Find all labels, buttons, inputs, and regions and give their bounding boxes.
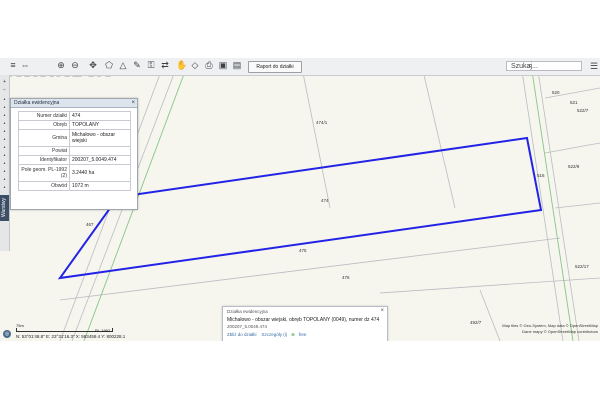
scale-label: 75m: [16, 323, 24, 328]
table-row: Obręb TOPOLANY: [18, 120, 131, 130]
parcel-label: 522/9: [568, 164, 580, 169]
sheet-icon[interactable]: ▤: [232, 60, 242, 71]
attribution-line: Dane mapy © OpenStreetMap contributors: [522, 329, 598, 334]
attr-key: Gmina: [18, 129, 70, 147]
attr-value: 3.2440 ha: [69, 164, 131, 182]
table-row: Pole geom. PL-1992 (2) 3.2440 ha: [18, 164, 131, 182]
parcel-label: 474/1: [316, 120, 328, 125]
polygon-icon[interactable]: ⬠: [104, 60, 114, 71]
left-sidebar: + − • • • • • • • • • • • • Warstwy: [0, 75, 10, 251]
dot-icon[interactable]: •: [1, 185, 8, 191]
lock-icon[interactable]: ⚿: [146, 60, 156, 71]
attr-value: TOPOLANY: [69, 120, 131, 130]
layers-tab[interactable]: Warstwy: [0, 195, 9, 221]
parcel-label: 476: [342, 275, 350, 280]
zoom-extent-icon[interactable]: ◇: [190, 60, 200, 71]
measure-icon[interactable]: ⇔: [20, 60, 30, 71]
map-application: 474 474/1 476 475 467 516 520 521 522/7 …: [0, 58, 600, 341]
attr-key: Obwód: [18, 181, 70, 191]
dot-icon[interactable]: •: [1, 97, 8, 103]
coordinates-readout: N: 53°01'48.8" E: 23°31'16.3" X: 583459.…: [16, 334, 126, 339]
dot-icon[interactable]: •: [1, 177, 8, 183]
dot-icon[interactable]: •: [1, 161, 8, 167]
table-row: Numer działki 474: [18, 111, 131, 121]
attr-key: Identyfikator: [18, 155, 70, 165]
map-toolbar: ≡ ⇔ ⊕ ⊖ ✥ ⬠ △ ✎ ⚿ ⇄ ✋ ◇ ⎙ ▣ ▤ Raport do …: [0, 58, 600, 76]
attr-key: Numer działki: [18, 111, 70, 121]
attr-value: [69, 146, 131, 156]
dot-icon[interactable]: •: [1, 129, 8, 135]
panel-header: Działka ewidencyjna ×: [11, 99, 137, 108]
pan-icon[interactable]: ✥: [88, 60, 98, 71]
search-icon[interactable]: ⌕: [528, 60, 538, 70]
table-row: Obwód 1072 m: [18, 181, 131, 191]
menu-icon[interactable]: ☰: [590, 61, 598, 71]
parcel-attributes-panel: Działka ewidencyjna × Numer działki 474 O…: [10, 98, 138, 210]
table-row: Gmina Michałowo - obszar wiejski: [18, 129, 131, 147]
close-icon[interactable]: ×: [380, 308, 384, 314]
popup-links: Zbliż do działki Szczegóły (i) ⊕ free: [227, 332, 306, 338]
layers-icon[interactable]: ≡: [8, 60, 18, 71]
parcel-label: 522/7: [577, 108, 589, 113]
table-row: Powiat: [18, 146, 131, 156]
navigation-icon[interactable]: ◎: [3, 330, 11, 338]
triangle-icon[interactable]: △: [118, 60, 128, 71]
dot-icon[interactable]: •: [1, 169, 8, 175]
zoom-out-icon[interactable]: ⊖: [70, 60, 80, 71]
parcel-label: 516: [537, 173, 545, 178]
attr-value: 200207_5.0049.474: [69, 155, 131, 165]
panel-title: Działka ewidencyjna: [14, 100, 60, 106]
parcel-label: 522/17: [575, 264, 589, 269]
parcel-popup: Działka ewidencyjna × Michałowo - obszar…: [222, 306, 388, 341]
add-icon[interactable]: ⊕: [291, 332, 295, 337]
parcel-report-button[interactable]: Raport do działki: [248, 61, 302, 73]
parcel-label: 474: [321, 198, 329, 203]
attr-value: 1072 m: [69, 181, 131, 191]
parcel-label: 475: [299, 248, 307, 253]
crs-label: PL-1992: [95, 328, 111, 333]
dot-icon[interactable]: •: [1, 121, 8, 127]
popup-description: Michałowo - obszar wiejski, obręb TOPOLA…: [227, 317, 380, 323]
parcel-label: 521: [570, 100, 578, 105]
arrows-icon[interactable]: ⇄: [160, 60, 170, 71]
popup-title: Działka ewidencyjna: [227, 309, 268, 314]
attr-key: Powiat: [18, 146, 70, 156]
close-icon[interactable]: ×: [131, 99, 135, 107]
details-link[interactable]: Szczegóły (i): [262, 332, 288, 337]
zoom-to-parcel-link[interactable]: Zbliż do działki: [227, 332, 257, 337]
zoom-in-icon[interactable]: +: [1, 79, 8, 85]
attr-value: 474: [69, 111, 131, 121]
dot-icon[interactable]: •: [1, 105, 8, 111]
map-attribution: Map tiles © Geo-System, Map data © OpenS…: [448, 323, 598, 335]
edit-icon[interactable]: ✎: [132, 60, 142, 71]
table-row: Identyfikator 200207_5.0049.474: [18, 155, 131, 165]
dot-icon[interactable]: •: [1, 137, 8, 143]
zoom-out-icon[interactable]: −: [1, 87, 8, 93]
attr-value: Michałowo - obszar wiejski: [69, 129, 131, 147]
attr-key: Pole geom. PL-1992 (2): [18, 164, 70, 182]
popup-identifier: 200207_5.0049.474: [227, 324, 268, 329]
free-link[interactable]: free: [299, 332, 307, 337]
hand-icon[interactable]: ✋: [176, 60, 187, 71]
zoom-in-icon[interactable]: ⊕: [56, 60, 66, 71]
dot-icon[interactable]: •: [1, 153, 8, 159]
search-input[interactable]: Szukaj...: [506, 61, 582, 71]
image-icon[interactable]: ▣: [218, 60, 228, 71]
dot-icon[interactable]: •: [1, 113, 8, 119]
attributes-table: Numer działki 474 Obręb TOPOLANY Gmina Mich…: [18, 111, 131, 191]
attr-key: Obręb: [18, 120, 70, 130]
print-icon[interactable]: ⎙: [204, 60, 214, 71]
dot-icon[interactable]: •: [1, 145, 8, 151]
parcel-label: 520: [552, 90, 560, 95]
status-bar: ◎ 75m PL-1992 N: 53°01'48.8" E: 23°31'16…: [0, 323, 230, 341]
parcel-label: 467: [86, 222, 94, 227]
